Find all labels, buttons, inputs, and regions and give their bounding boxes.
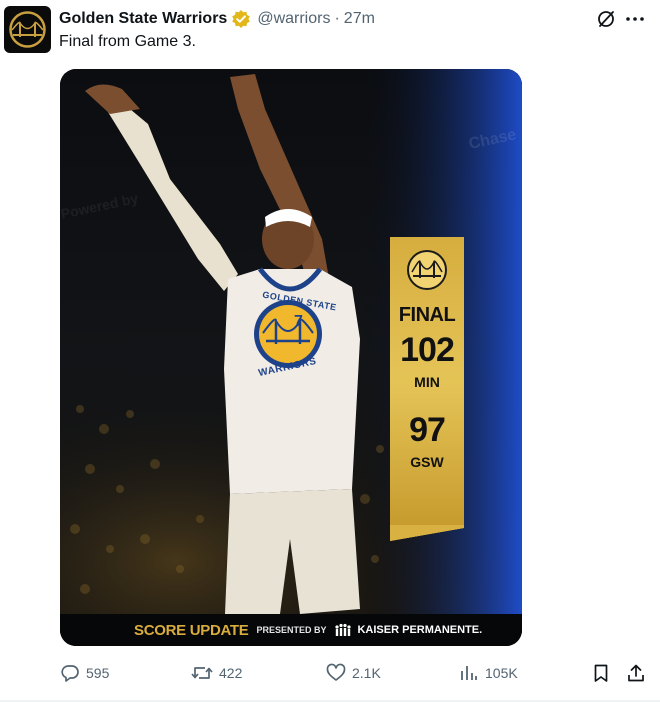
bookmark-icon [594,664,608,682]
more-options-icon[interactable] [624,8,646,30]
jersey-number: 7 [294,313,303,330]
home-score: 97 [409,411,446,449]
banner-sponsor: KAISER PERMANENTE. [357,624,483,636]
tweet-text: Final from Game 3. [59,33,196,50]
bookmark-button[interactable] [591,660,611,686]
analytics-icon [461,666,477,680]
tweet[interactable]: Golden State Warriors @warriors · 27m Fi… [0,0,660,702]
share-icon [628,664,644,682]
game-status: FINAL [398,304,456,326]
banner-presented-by: PRESENTED BY [256,625,327,635]
handle[interactable]: @warriors [257,10,330,28]
views-button[interactable]: 105K [459,660,518,686]
display-name[interactable]: Golden State Warriors [59,10,227,28]
heart-icon [326,663,346,681]
score-panel: FINAL 102 MIN 97 GSW [390,237,464,541]
reply-icon [61,665,79,682]
like-count: 2.1K [352,665,381,681]
timestamp[interactable]: 27m [344,10,375,28]
reply-button[interactable]: 595 [60,660,109,686]
reply-count: 595 [86,665,110,681]
sponsor-banner: SCORE UPDATE PRESENTED BY KAISER PERMANE… [60,614,522,646]
share-button[interactable] [626,660,646,686]
repost-button[interactable]: 422 [191,660,242,686]
kaiser-logo-icon [334,623,352,637]
opponent-score: 102 [400,331,455,369]
separator-dot: · [334,10,340,27]
repost-count: 422 [219,665,243,681]
view-count: 105K [485,665,518,681]
tweet-header: Golden State Warriors @warriors · 27m [59,8,375,30]
media-image[interactable]: Powered by Chase 7 FINAL 102 MIN 97 GSW … [60,69,522,646]
verified-badge-icon[interactable] [231,9,251,29]
warriors-logo-icon [407,250,447,290]
action-bar: 595 422 2.1K 105K [0,660,660,686]
repost-icon [191,667,213,679]
home-team: GSW [410,454,444,470]
grok-icon[interactable] [595,8,617,30]
opponent-team: MIN [414,374,440,390]
like-button[interactable]: 2.1K [326,660,381,686]
avatar[interactable] [4,6,51,53]
banner-title: SCORE UPDATE [134,621,249,639]
